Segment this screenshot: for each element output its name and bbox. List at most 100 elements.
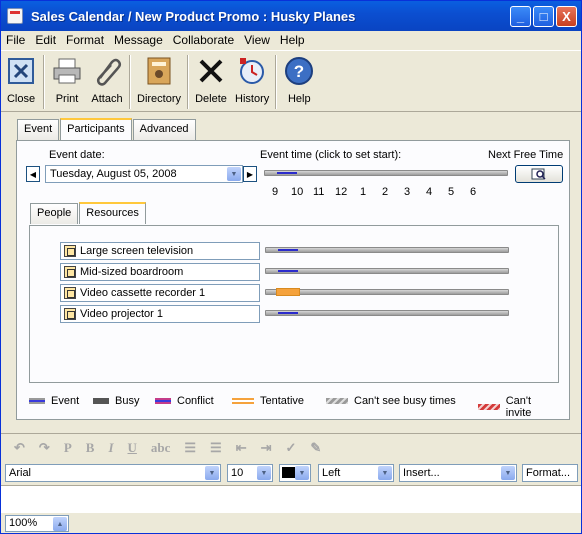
paragraph-icon[interactable]: P [64, 440, 72, 456]
menu-edit[interactable]: Edit [30, 33, 61, 47]
italic-icon[interactable]: I [108, 440, 113, 456]
directory-book-icon [143, 55, 175, 87]
alignment-select[interactable]: Left ▼ [318, 464, 394, 482]
message-body-editor[interactable] [1, 485, 581, 513]
close-icon [5, 55, 37, 87]
delete-x-icon [195, 55, 227, 87]
legend-label: Tentative [260, 395, 305, 407]
event-date-picker[interactable]: Tuesday, August 05, 2008 ▼ [45, 165, 243, 183]
hour-label: 5 [448, 186, 455, 198]
menu-view[interactable]: View [239, 33, 275, 47]
menu-help[interactable]: Help [275, 33, 310, 47]
chevron-down-icon[interactable]: ▼ [227, 167, 241, 181]
main-tabs: Event Participants Advanced [17, 118, 197, 140]
help-icon: ? [283, 55, 315, 87]
history-label: History [235, 93, 270, 105]
hour-label: 4 [426, 186, 433, 198]
calendar-app-icon [7, 8, 23, 24]
chevron-down-icon[interactable]: ▼ [295, 466, 309, 480]
tab-advanced[interactable]: Advanced [132, 119, 196, 140]
delete-label: Delete [195, 93, 227, 105]
menu-file[interactable]: File [1, 33, 30, 47]
event-time-marker [277, 172, 297, 174]
menu-bar: File Edit Format Message Collaborate Vie… [1, 31, 581, 49]
numbered-list-icon[interactable]: ☰ [210, 440, 222, 456]
resource-name: Large screen television [80, 245, 194, 257]
insert-select[interactable]: Insert... ▼ [399, 464, 517, 482]
menu-collaborate[interactable]: Collaborate [168, 33, 239, 47]
font-size-select[interactable]: 10 ▼ [227, 464, 273, 482]
legend-label: Can't see busy times [354, 395, 456, 407]
delete-button[interactable]: Delete [191, 51, 231, 105]
resource-icon [64, 287, 76, 299]
menu-message[interactable]: Message [109, 33, 168, 47]
resource-name: Video projector 1 [80, 308, 163, 320]
next-date-button[interactable]: ▶ [243, 166, 257, 182]
resource-icon [64, 266, 76, 278]
outdent-icon[interactable]: ⇤ [236, 440, 247, 456]
chevron-down-icon[interactable]: ▼ [205, 466, 219, 480]
highlight-icon[interactable]: ✎ [310, 440, 321, 456]
directory-label: Directory [137, 93, 182, 105]
legend-item-cant-see: Can't see busy times [326, 395, 456, 407]
editor-toolbar: ↶ ↷ P B I U abc ☰ ☰ ⇤ ⇥ ✓ ✎ [1, 433, 581, 461]
chevron-down-icon[interactable]: ▼ [257, 466, 271, 480]
legend-label: Can't invite [505, 395, 532, 419]
event-date-label: Event date: [49, 149, 105, 161]
cant-invite-swatch [478, 404, 500, 410]
next-free-time-button[interactable] [515, 165, 563, 183]
close-window-button[interactable]: X [556, 6, 577, 27]
history-button[interactable]: History [231, 51, 273, 105]
minimize-button[interactable]: _ [510, 6, 531, 27]
maximize-button[interactable]: □ [533, 6, 554, 27]
tab-participants[interactable]: Participants [60, 118, 132, 140]
zoom-select[interactable]: 100% ▲ [5, 515, 69, 532]
help-button[interactable]: ? Help [279, 51, 319, 105]
sub-tabs: People Resources [30, 202, 147, 224]
resource-timeline [265, 268, 509, 274]
tab-people[interactable]: People [30, 203, 79, 224]
hour-label: 3 [404, 186, 411, 198]
tentative-marker [276, 288, 300, 296]
legend-label: Event [51, 395, 80, 407]
format-select[interactable]: Format... [522, 464, 578, 482]
text-color-select[interactable]: ▼ [279, 464, 311, 482]
redo-icon[interactable]: ↷ [39, 440, 50, 456]
close-button[interactable]: Close [1, 51, 41, 105]
hour-label: 1 [360, 186, 367, 198]
bullet-list-icon[interactable]: ☰ [184, 440, 196, 456]
format-value: Format... [526, 467, 571, 479]
conflict-swatch [155, 398, 171, 404]
legend-label: Busy [115, 395, 140, 407]
resource-name: Mid-sized boardroom [80, 266, 184, 278]
resource-row[interactable]: Mid-sized boardroom [60, 263, 260, 281]
bold-icon[interactable]: B [86, 440, 95, 456]
tab-resources[interactable]: Resources [79, 202, 146, 224]
undo-icon[interactable]: ↶ [14, 440, 25, 456]
legend-item-conflict: Conflict [155, 395, 214, 407]
directory-button[interactable]: Directory [133, 51, 185, 105]
chevron-down-icon[interactable]: ▼ [378, 466, 392, 480]
spell-check-icon[interactable]: ✓ [286, 440, 297, 456]
previous-date-button[interactable]: ◀ [26, 166, 40, 182]
font-size-value: 10 [231, 467, 244, 479]
resource-icon [64, 308, 76, 320]
chevron-down-icon[interactable]: ▼ [501, 466, 515, 480]
title-bar[interactable]: Sales Calendar / New Product Promo : Hus… [1, 1, 581, 31]
attach-button[interactable]: Attach [87, 51, 127, 105]
event-time-slider[interactable] [264, 170, 508, 176]
print-button[interactable]: Print [47, 51, 87, 105]
paperclip-icon [91, 55, 123, 87]
resource-row[interactable]: Large screen television [60, 242, 260, 260]
resource-row[interactable]: Video cassette recorder 1 [60, 284, 260, 302]
resource-name: Video cassette recorder 1 [80, 287, 206, 299]
menu-format[interactable]: Format [61, 33, 109, 47]
resource-row[interactable]: Video projector 1 [60, 305, 260, 323]
tab-event[interactable]: Event [17, 119, 60, 140]
indent-icon[interactable]: ⇥ [261, 440, 272, 456]
zoom-spinner-icon[interactable]: ▲ [53, 517, 67, 531]
underline-icon[interactable]: U [128, 440, 137, 456]
strikethrough-icon[interactable]: abc [151, 440, 171, 456]
insert-value: Insert... [403, 467, 440, 479]
font-select[interactable]: Arial ▼ [5, 464, 221, 482]
